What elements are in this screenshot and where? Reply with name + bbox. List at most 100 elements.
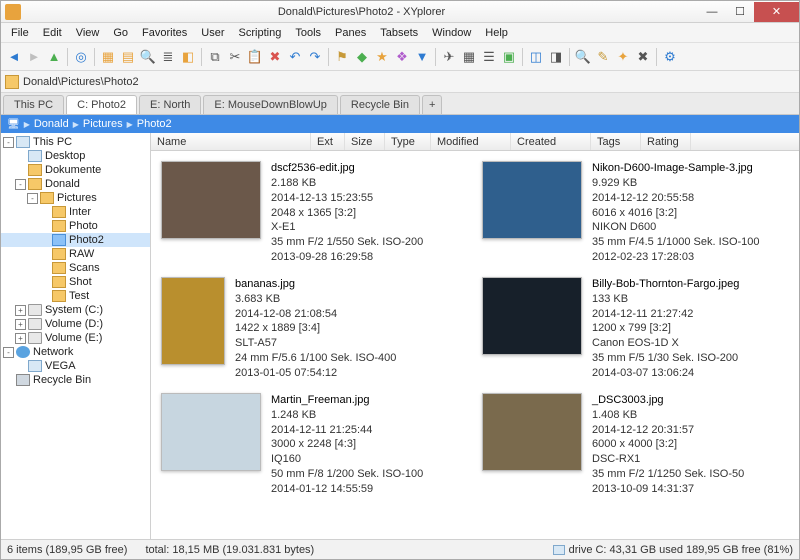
menu-tools[interactable]: Tools: [289, 25, 327, 41]
menu-user[interactable]: User: [195, 25, 230, 41]
tree-node[interactable]: Inter: [1, 205, 150, 219]
brush-icon[interactable]: ✎: [594, 48, 612, 66]
expand-icon[interactable]: -: [3, 347, 14, 358]
addressbar[interactable]: Donald\Pictures\Photo2: [1, 71, 799, 93]
list-icon[interactable]: ≣: [159, 48, 177, 66]
expand-icon[interactable]: +: [15, 305, 26, 316]
file-item[interactable]: Nikon-D600-Image-Sample-3.jpg9.929 KB201…: [480, 157, 791, 269]
tree-node[interactable]: -This PC: [1, 135, 150, 149]
redo-icon[interactable]: ↷: [306, 48, 324, 66]
breadcrumb-segment[interactable]: Pictures: [83, 118, 123, 130]
tree-node[interactable]: Test: [1, 289, 150, 303]
folder-tree[interactable]: -This PCDesktopDokumente-Donald-Pictures…: [1, 133, 151, 539]
wand-icon[interactable]: ✦: [614, 48, 632, 66]
expand-icon[interactable]: +: [15, 319, 26, 330]
menu-window[interactable]: Window: [426, 25, 477, 41]
label-icon[interactable]: ◆: [353, 48, 371, 66]
expand-icon[interactable]: -: [27, 193, 38, 204]
tab[interactable]: Recycle Bin: [340, 95, 420, 114]
file-item[interactable]: bananas.jpg3.683 KB2014-12-08 21:08:5414…: [159, 273, 470, 385]
send-icon[interactable]: ✈: [440, 48, 458, 66]
palette-icon[interactable]: ❖: [393, 48, 411, 66]
menu-panes[interactable]: Panes: [329, 25, 372, 41]
file-item[interactable]: Billy-Bob-Thornton-Fargo.jpeg133 KB2014-…: [480, 273, 791, 385]
menu-help[interactable]: Help: [479, 25, 514, 41]
column-header[interactable]: Created: [511, 133, 591, 150]
file-item[interactable]: _DSC3003.jpg1.408 KB2014-12-12 20:31:576…: [480, 389, 791, 501]
forward-icon[interactable]: ►: [25, 48, 43, 66]
pane-icon[interactable]: ◫: [527, 48, 545, 66]
minimize-button[interactable]: —: [698, 2, 726, 22]
breadcrumb-segment[interactable]: Donald: [34, 118, 69, 130]
tree-node[interactable]: VEGA: [1, 359, 150, 373]
details-icon[interactable]: ☰: [480, 48, 498, 66]
file-item[interactable]: Martin_Freeman.jpg1.248 KB2014-12-11 21:…: [159, 389, 470, 501]
menu-file[interactable]: File: [5, 25, 35, 41]
new-file-icon[interactable]: ▤: [119, 48, 137, 66]
new-tab-button[interactable]: +: [422, 95, 442, 114]
tree-node[interactable]: Dokumente: [1, 163, 150, 177]
tree-node[interactable]: -Pictures: [1, 191, 150, 205]
expand-icon[interactable]: -: [3, 137, 14, 148]
up-icon[interactable]: ▲: [45, 48, 63, 66]
column-header[interactable]: Name: [151, 133, 311, 150]
new-folder-icon[interactable]: ▦: [99, 48, 117, 66]
preview-icon[interactable]: ◨: [547, 48, 565, 66]
menu-edit[interactable]: Edit: [37, 25, 68, 41]
maximize-button[interactable]: ☐: [726, 2, 754, 22]
menu-tabsets[interactable]: Tabsets: [374, 25, 424, 41]
menu-favorites[interactable]: Favorites: [136, 25, 193, 41]
file-item[interactable]: dscf2536-edit.jpg2.188 KB2014-12-13 15:2…: [159, 157, 470, 269]
menu-go[interactable]: Go: [107, 25, 134, 41]
breadcrumb-segment[interactable]: Photo2: [137, 118, 172, 130]
thumb-icon[interactable]: ▣: [500, 48, 518, 66]
column-header[interactable]: Size: [345, 133, 385, 150]
back-icon[interactable]: ◄: [5, 48, 23, 66]
undo-icon[interactable]: ↶: [286, 48, 304, 66]
tools-icon[interactable]: ✖: [634, 48, 652, 66]
column-header[interactable]: Modified: [431, 133, 511, 150]
column-header[interactable]: Ext: [311, 133, 345, 150]
app-icon[interactable]: ◧: [179, 48, 197, 66]
tree-node[interactable]: +System (C:): [1, 303, 150, 317]
search-icon[interactable]: 🔍: [574, 48, 592, 66]
paste-icon[interactable]: 📋: [246, 48, 264, 66]
tab[interactable]: C: Photo2: [66, 95, 137, 114]
delete-icon[interactable]: ✖: [266, 48, 284, 66]
tree-node[interactable]: RAW: [1, 247, 150, 261]
breadcrumb-root-icon[interactable]: 🖥: [7, 119, 20, 130]
tree-node[interactable]: Photo: [1, 219, 150, 233]
find-icon[interactable]: 🔍: [139, 48, 157, 66]
gear-icon[interactable]: ⚙: [661, 48, 679, 66]
breadcrumb[interactable]: 🖥▶Donald▶Pictures▶Photo2: [1, 115, 799, 133]
tree-node[interactable]: Shot: [1, 275, 150, 289]
tree-node[interactable]: -Network: [1, 345, 150, 359]
tree-node[interactable]: +Volume (D:): [1, 317, 150, 331]
filter-icon[interactable]: ▼: [413, 48, 431, 66]
column-header[interactable]: Rating: [641, 133, 691, 150]
tag-icon[interactable]: ⚑: [333, 48, 351, 66]
tree-node[interactable]: Photo2: [1, 233, 150, 247]
menu-scripting[interactable]: Scripting: [233, 25, 288, 41]
target-icon[interactable]: ◎: [72, 48, 90, 66]
expand-icon[interactable]: -: [15, 179, 26, 190]
tab[interactable]: E: North: [139, 95, 201, 114]
column-header[interactable]: Type: [385, 133, 431, 150]
tab[interactable]: This PC: [3, 95, 64, 114]
tree-node[interactable]: +Volume (E:): [1, 331, 150, 345]
cut-icon[interactable]: ✂: [226, 48, 244, 66]
tree-node[interactable]: Desktop: [1, 149, 150, 163]
menu-view[interactable]: View: [70, 25, 106, 41]
copy-icon[interactable]: ⧉: [206, 48, 224, 66]
grid-icon[interactable]: ▦: [460, 48, 478, 66]
file-list[interactable]: dscf2536-edit.jpg2.188 KB2014-12-13 15:2…: [151, 151, 799, 539]
expand-icon[interactable]: +: [15, 333, 26, 344]
tab[interactable]: E: MouseDownBlowUp: [203, 95, 338, 114]
close-button[interactable]: ✕: [754, 2, 799, 22]
column-header[interactable]: Tags: [591, 133, 641, 150]
star-icon[interactable]: ★: [373, 48, 391, 66]
tree-node[interactable]: Scans: [1, 261, 150, 275]
tree-node[interactable]: -Donald: [1, 177, 150, 191]
column-headers[interactable]: NameExtSizeTypeModifiedCreatedTagsRating: [151, 133, 799, 151]
tree-node[interactable]: Recycle Bin: [1, 373, 150, 387]
